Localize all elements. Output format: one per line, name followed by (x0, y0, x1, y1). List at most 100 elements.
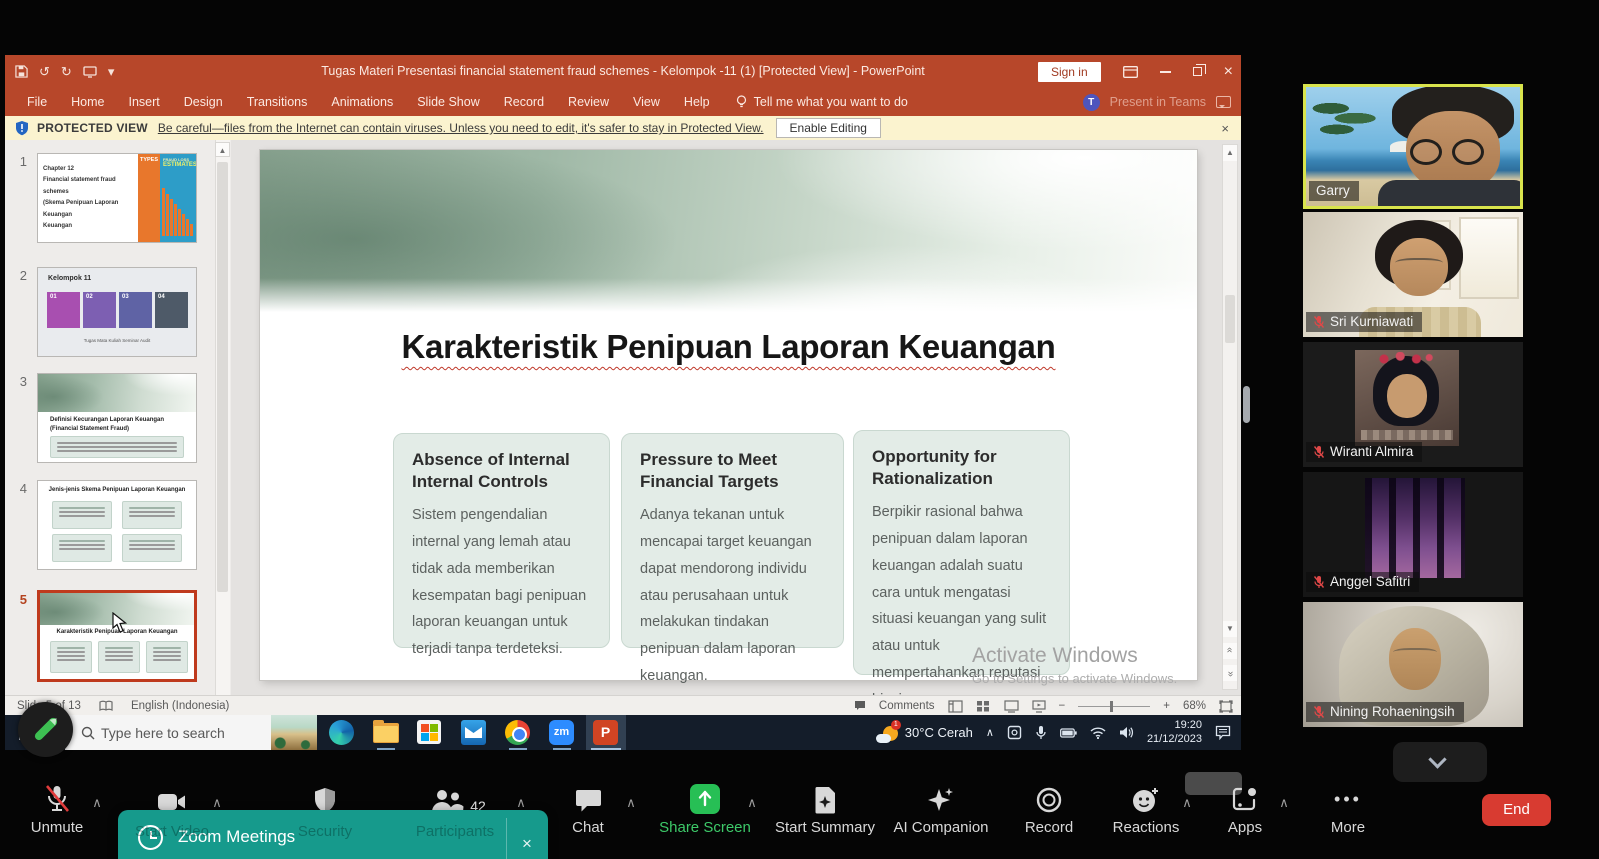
tray-wifi-icon[interactable] (1090, 726, 1106, 739)
tell-me-box[interactable]: Tell me what you want to do (736, 95, 908, 109)
audio-options-chevron[interactable]: ∧ (92, 795, 102, 811)
tab-animations[interactable]: Animations (319, 88, 405, 116)
comments-button[interactable]: Comments (879, 700, 935, 712)
tray-time: 19:20 (1174, 718, 1202, 731)
slide-thumbnail-1[interactable]: Chapter 12 Financial statement fraud sch… (37, 153, 197, 243)
zoom-in-icon[interactable]: + (1163, 700, 1170, 712)
share-options-chevron[interactable]: ∧ (747, 795, 757, 811)
zoom-slider[interactable] (1078, 700, 1151, 712)
file-explorer-icon[interactable] (373, 720, 399, 750)
search-icon (81, 726, 95, 739)
scroll-up-icon[interactable]: ▲ (1223, 145, 1237, 161)
reading-view-icon[interactable] (1003, 699, 1019, 713)
tab-slideshow[interactable]: Slide Show (405, 88, 492, 116)
slide-title: Karakteristik Penipuan Laporan Keuangan (401, 328, 1056, 365)
fit-slide-icon[interactable] (1219, 699, 1233, 713)
language-indicator[interactable]: English (Indonesia) (131, 700, 229, 712)
accessibility-checker-icon[interactable] (99, 700, 113, 712)
thumb2-box-01: 01 (47, 292, 80, 328)
tab-home[interactable]: Home (59, 88, 116, 116)
end-meeting-button[interactable]: End (1482, 794, 1551, 826)
main-slide: Karakteristik Penipuan Laporan Keuangan … (260, 150, 1197, 695)
card-body: Sistem pengendalian internal yang lemah … (412, 507, 587, 658)
ribbon-display-options-icon[interactable] (1122, 65, 1138, 78)
protected-view-message: Be careful—files from the Internet can c… (157, 121, 764, 135)
thumb1-text: Financial statement fraud schemes (43, 177, 116, 195)
thumbnail-scroll-thumb[interactable] (217, 162, 228, 592)
ai-companion-button[interactable]: AI Companion (881, 784, 1001, 836)
thumb4-title: Jenis-jenis Skema Penipuan Laporan Keuan… (48, 487, 186, 493)
participant-video-wiranti[interactable]: Wiranti Almira (1303, 342, 1523, 467)
comments-flag-icon[interactable] (854, 700, 866, 712)
microsoft-store-icon[interactable] (417, 720, 443, 746)
tray-speaker-icon[interactable] (1119, 726, 1134, 739)
share-screen-icon (690, 784, 720, 814)
tab-file[interactable]: File (15, 88, 59, 116)
tray-battery-icon[interactable] (1059, 727, 1077, 738)
zoom-percentage[interactable]: 68% (1183, 700, 1206, 712)
tab-record[interactable]: Record (492, 88, 556, 116)
tab-design[interactable]: Design (172, 88, 235, 116)
weather-widget[interactable]: 1 30°C Cerah (875, 719, 973, 743)
present-in-teams-button[interactable]: Present in Teams (1110, 95, 1206, 109)
sign-in-button[interactable]: Sign in (1037, 61, 1101, 82)
normal-view-icon[interactable] (947, 699, 963, 713)
powerpoint-taskbar-icon[interactable]: P (586, 715, 626, 750)
participants-options-chevron[interactable]: ∧ (516, 795, 526, 811)
zoom-out-icon[interactable]: − (1059, 700, 1066, 712)
restore-button[interactable] (1192, 64, 1206, 76)
tab-review[interactable]: Review (556, 88, 621, 116)
previous-slide-icon[interactable]: » (1223, 643, 1237, 659)
tray-chevron-icon[interactable]: ∧ (986, 726, 994, 739)
apps-icon (1232, 787, 1256, 811)
minimize-button[interactable] (1159, 70, 1171, 73)
mail-icon[interactable] (461, 720, 487, 746)
tab-view[interactable]: View (621, 88, 672, 116)
participant-video-garry[interactable]: Garry (1303, 84, 1523, 209)
zoom-app-icon[interactable]: zm (549, 720, 575, 750)
tray-app-icon[interactable] (1007, 725, 1022, 740)
thumb1-text: Chapter 12 (43, 166, 75, 172)
scroll-down-icon[interactable]: ▼ (1223, 621, 1237, 637)
enable-editing-button[interactable]: Enable Editing (775, 118, 881, 138)
video-options-chevron[interactable]: ∧ (212, 795, 222, 811)
more-button[interactable]: ••• More (1288, 784, 1408, 837)
participant-video-anggel[interactable]: Anggel Safitri (1303, 472, 1523, 597)
participants-scroll-down-button[interactable] (1393, 742, 1487, 782)
tab-help[interactable]: Help (672, 88, 722, 116)
banner-close-icon[interactable]: × (1221, 121, 1229, 136)
slideshow-view-icon[interactable] (1031, 699, 1046, 713)
close-button[interactable]: × (1224, 64, 1233, 80)
tab-transitions[interactable]: Transitions (235, 88, 320, 116)
panel-resize-handle[interactable] (1243, 386, 1250, 423)
slide-sorter-icon[interactable] (976, 700, 991, 713)
scroll-thumb[interactable] (1225, 295, 1235, 343)
participant-video-nining[interactable]: Nining Rohaeningsih (1303, 602, 1523, 727)
ghost-participants-label: Participants (415, 823, 495, 840)
notification-close-icon[interactable]: × (522, 834, 532, 854)
zoom-meetings-notification[interactable]: Zoom Meetings Start Video Security Parti… (118, 810, 548, 859)
thumbnail-scroll-up-icon[interactable]: ▲ (215, 142, 230, 157)
taskbar-search[interactable]: Type here to search (65, 715, 317, 750)
chrome-icon[interactable] (505, 720, 531, 750)
chevron-down-icon (1428, 750, 1447, 769)
slide-thumbnail-2[interactable]: Kelompok 11 01 02 03 04 Tugas Mata Kulia… (37, 267, 197, 357)
tab-insert[interactable]: Insert (117, 88, 172, 116)
slide-scrollbar[interactable]: ▲ ▼ » » (1222, 144, 1238, 690)
slide-thumbnail-4[interactable]: Jenis-jenis Skema Penipuan Laporan Keuan… (37, 480, 197, 570)
zoom-slider-thumb[interactable] (1110, 700, 1114, 712)
slide-thumbnail-3[interactable]: Definisi Kecurangan Laporan Keuangan (Fi… (37, 373, 197, 463)
next-slide-icon[interactable]: » (1223, 665, 1237, 681)
slide-thumbnail-5-selected[interactable]: Karakteristik Penipuan Laporan Keuangan (37, 590, 197, 682)
search-highlight-image[interactable] (271, 715, 317, 750)
comments-icon[interactable] (1216, 96, 1231, 108)
edge-icon[interactable] (329, 720, 355, 746)
participant-video-sri[interactable]: Sri Kurniawati (1303, 212, 1523, 337)
flower-crown (1377, 352, 1435, 366)
zoom-annotation-tool[interactable] (18, 702, 73, 757)
action-center-icon[interactable] (1215, 725, 1231, 740)
clock-widget[interactable]: 19:20 21/12/2023 (1147, 719, 1202, 747)
start-summary-button[interactable]: Start Summary (765, 784, 885, 836)
tray-mic-icon[interactable] (1035, 725, 1047, 740)
chat-options-chevron[interactable]: ∧ (626, 795, 636, 811)
